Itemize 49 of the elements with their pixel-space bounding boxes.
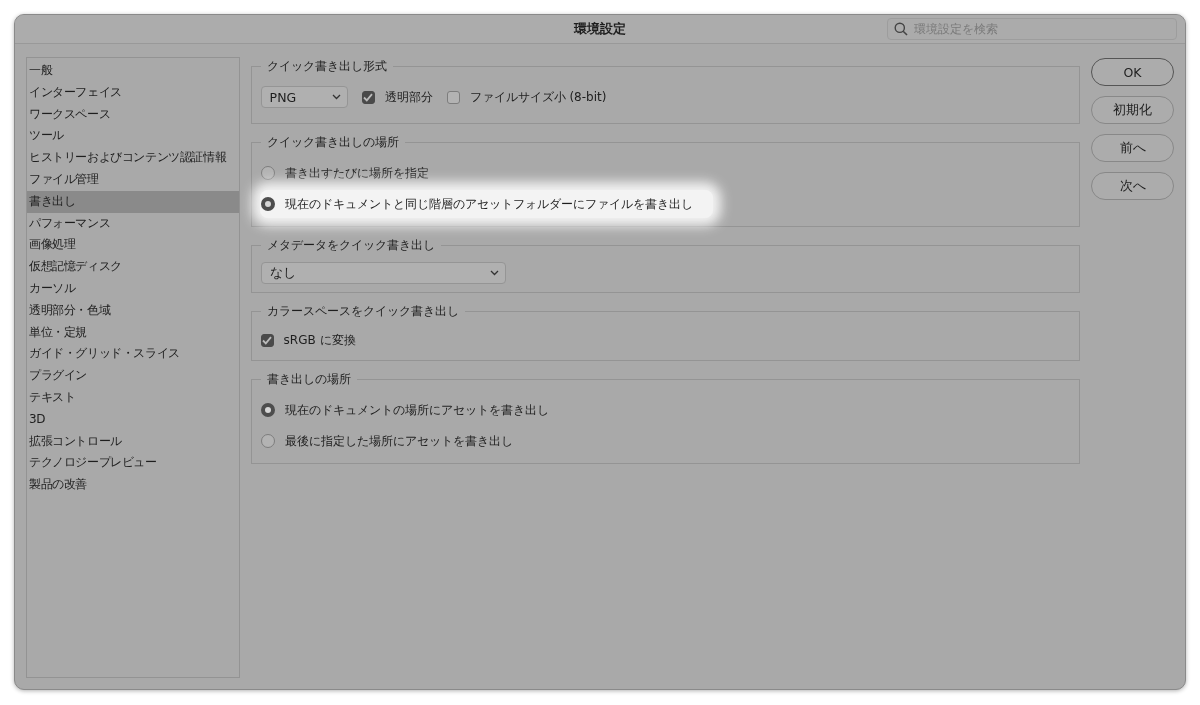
dialog-button[interactable]: 次へ xyxy=(1091,172,1174,200)
sidebar-item[interactable]: テキスト xyxy=(27,386,239,409)
sidebar-item[interactable]: ファイル管理 xyxy=(27,169,239,191)
sidebar-item[interactable]: 仮想記憶ディスク xyxy=(27,256,239,278)
option-label: ファイルサイズ小 (8-bit) xyxy=(469,88,607,106)
sidebar-item[interactable]: 製品の改善 xyxy=(27,474,239,496)
sidebar-item[interactable]: インターフェイス xyxy=(27,81,239,104)
sidebar-item[interactable]: カーソル xyxy=(27,277,239,300)
dropdown[interactable]: PNG xyxy=(260,86,348,108)
radio-button[interactable] xyxy=(260,434,275,448)
dropdown[interactable]: なし xyxy=(260,262,506,284)
radio-button[interactable] xyxy=(260,403,275,417)
option-label: 現在のドキュメントの場所にアセットを書き出し xyxy=(284,401,549,419)
group-title: クイック書き出しの場所 xyxy=(265,134,400,151)
sidebar-item[interactable]: 書き出し xyxy=(27,190,239,213)
sidebar-item[interactable]: 透明部分・色域 xyxy=(27,299,239,322)
sidebar-item[interactable]: ヒストリーおよびコンテンツ認証情報 xyxy=(27,147,239,169)
group-title: 書き出しの場所 xyxy=(265,371,352,388)
checkbox[interactable] xyxy=(446,90,460,104)
sidebar-item[interactable]: パフォーマンス xyxy=(27,212,239,235)
checkbox[interactable] xyxy=(361,90,375,104)
sidebar-item[interactable]: 3D xyxy=(27,408,239,431)
chevron-down-icon xyxy=(489,270,499,276)
option-label: 最後に指定した場所にアセットを書き出し xyxy=(284,432,513,450)
sidebar-item[interactable]: 一般 xyxy=(27,60,239,82)
checkbox[interactable] xyxy=(260,333,274,347)
dialog-button[interactable]: 初期化 xyxy=(1091,96,1174,124)
sidebar-item[interactable]: ガイド・グリッド・スライス xyxy=(27,343,239,366)
radio-button[interactable] xyxy=(260,197,275,211)
option-label: 書き出すたびに場所を指定 xyxy=(284,164,429,182)
sidebar-item[interactable]: 単位・定規 xyxy=(27,321,239,344)
group-title: クイック書き出し形式 xyxy=(265,58,388,75)
sidebar-item[interactable]: ツール xyxy=(27,125,239,148)
sidebar-item[interactable]: 画像処理 xyxy=(27,234,239,257)
dialog-button[interactable]: OK xyxy=(1091,58,1174,86)
option-label: 現在のドキュメントと同じ階層のアセットフォルダーにファイルを書き出し xyxy=(284,195,693,213)
window-title: 環境設定 xyxy=(574,20,626,38)
sidebar-item[interactable]: 拡張コントロール xyxy=(27,430,239,453)
sidebar-item[interactable]: テクノロジープレビュー xyxy=(27,452,239,475)
option-label: sRGB に変換 xyxy=(283,331,356,349)
sidebar-item[interactable]: ワークスペース xyxy=(27,103,239,126)
chevron-down-icon xyxy=(331,94,341,100)
option-label: 透明部分 xyxy=(384,88,433,106)
group-title: メタデータをクイック書き出し xyxy=(265,237,436,254)
radio-button[interactable] xyxy=(260,166,275,180)
sidebar-item[interactable]: プラグイン xyxy=(27,365,239,387)
group-title: カラースペースをクイック書き出し xyxy=(265,303,460,320)
search-icon xyxy=(894,22,908,36)
dialog-button[interactable]: 前へ xyxy=(1091,134,1174,162)
